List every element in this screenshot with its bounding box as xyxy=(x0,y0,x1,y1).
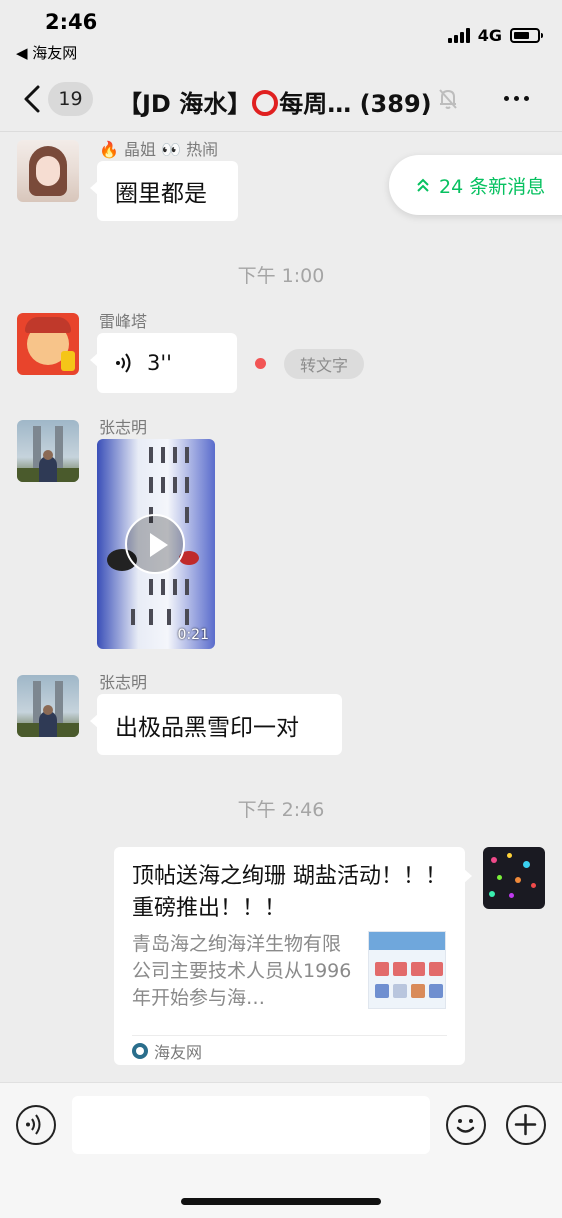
message-input[interactable] xyxy=(72,1096,430,1154)
time-separator: 下午 1:00 xyxy=(237,265,325,287)
chat-title: 【JD 海水】 每周… (389) xyxy=(118,84,432,119)
smiley-icon xyxy=(456,1119,475,1133)
voice-input-button[interactable] xyxy=(16,1105,56,1145)
sender-name: 张志明 xyxy=(99,418,148,437)
video-duration: 0:21 xyxy=(177,627,209,643)
emoji-button[interactable] xyxy=(446,1105,486,1145)
card-source: 海友网 xyxy=(132,1039,202,1063)
avatar[interactable] xyxy=(17,420,79,482)
voice-message-bubble[interactable]: 3'' xyxy=(90,333,237,393)
avatar[interactable] xyxy=(17,675,79,737)
red-circle-icon xyxy=(252,90,279,116)
card-divider xyxy=(132,1035,447,1036)
network-type: 4G xyxy=(477,25,502,45)
chat-title-suffix: 每周… (389) xyxy=(279,90,432,118)
double-chevron-up-icon xyxy=(417,178,429,192)
link-card[interactable]: 顶帖送海之绚珊 瑚盐活动！！！ 重磅推出！！！ 青岛海之绚海洋生物有限公司主要技… xyxy=(114,847,472,1065)
signal-icon xyxy=(447,27,470,43)
time-separator: 下午 2:46 xyxy=(237,799,325,821)
card-thumbnail xyxy=(368,931,446,1009)
home-indicator[interactable] xyxy=(181,1198,381,1205)
card-source-name: 海友网 xyxy=(154,1043,203,1062)
sender-name: 雷峰塔 xyxy=(99,312,148,331)
card-description: 青岛海之绚海洋生物有限公司主要技术人员从1996年开始参与海… xyxy=(132,933,352,1009)
sender-name: 🔥 晶姐 👀 热闹 xyxy=(99,140,219,159)
back-to-app-link[interactable]: ◀ 海友网 xyxy=(16,42,77,63)
voice-icon xyxy=(26,1114,41,1135)
unread-count-badge[interactable]: 19 xyxy=(48,82,93,116)
message-bubble[interactable]: 圈里都是 xyxy=(90,161,238,221)
avatar[interactable] xyxy=(17,313,79,375)
status-time: 2:46 xyxy=(45,10,98,34)
message-bubble[interactable]: 出极品黑雪印一对 xyxy=(90,694,342,755)
more-functions-button[interactable] xyxy=(506,1105,546,1145)
plus-icon xyxy=(514,1113,537,1136)
battery-icon xyxy=(510,27,543,43)
chat-title-prefix: 【JD 海水】 xyxy=(118,90,252,118)
convert-to-text-button[interactable]: 转文字 xyxy=(284,349,364,379)
more-options-icon[interactable] xyxy=(504,96,529,101)
new-messages-label: 24 条新消息 xyxy=(439,175,546,198)
mute-bell-icon xyxy=(439,89,457,109)
status-indicators: 4G xyxy=(447,24,543,46)
unread-dot xyxy=(255,358,266,369)
back-chevron-icon[interactable] xyxy=(18,82,48,116)
card-title: 顶帖送海之绚珊 瑚盐活动！！！ 重磅推出！！！ xyxy=(132,864,447,921)
my-avatar[interactable] xyxy=(483,847,545,909)
new-messages-button[interactable]: 24 条新消息 xyxy=(389,155,562,215)
source-logo-icon xyxy=(132,1043,148,1059)
video-message[interactable]: 0:21 xyxy=(97,439,215,649)
play-icon[interactable] xyxy=(125,514,185,574)
voice-wave-icon xyxy=(116,353,131,373)
sender-name: 张志明 xyxy=(99,673,148,692)
avatar[interactable] xyxy=(17,140,79,202)
voice-duration: 3'' xyxy=(147,351,172,375)
